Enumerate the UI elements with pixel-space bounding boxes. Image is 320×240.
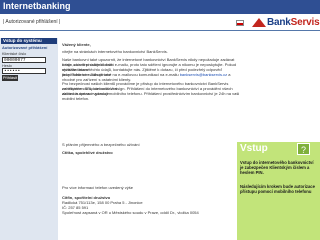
logo-triangle-icon <box>252 18 266 27</box>
content-line: vítejte na stránkách internetového banko… <box>62 49 168 54</box>
company-register: Spoleřnost zapsaná v OR u Městského soud… <box>62 210 199 215</box>
language-flag-icon[interactable] <box>236 20 244 26</box>
logo-text: BankServis <box>267 17 320 28</box>
email-link[interactable]: bankservis@bankservis.cz <box>180 72 227 77</box>
info-panel-text: Následujícím krokem bude autorizace přís… <box>240 184 315 195</box>
app-title: Internetbanking <box>3 1 71 11</box>
info-panel-text: Vstup do internetového bankovnictví je z… <box>240 160 314 176</box>
breadcrumb: | Autorizované přihlášení | <box>3 19 61 25</box>
closing-text: S přáním příjemného a bezpečného užívání <box>62 142 140 147</box>
header-divider <box>0 30 320 31</box>
team-signature: Ctitka, spolehlivé družstvo <box>62 150 113 155</box>
client-number-label: Klientské číslo <box>2 52 27 56</box>
bank-logo: BankServis <box>252 16 320 30</box>
content-line: zadání autorizace pomocí mobilního telef… <box>62 91 240 101</box>
contact-intro: Pro více informací telefon uvedený výše <box>62 185 133 190</box>
sidebar-header: Vstup do systému <box>1 38 57 44</box>
greeting: Vážený kliente, <box>62 42 91 47</box>
password-input[interactable]: •••••• <box>2 68 46 74</box>
help-button[interactable]: ? <box>297 143 310 155</box>
client-number-input[interactable]: 00000077 <box>2 57 46 63</box>
sidebar-subheader: Autorizované přihlášení <box>2 45 48 50</box>
login-button[interactable]: Přihlásit <box>2 75 18 81</box>
info-panel-title: Vstup <box>240 143 268 154</box>
